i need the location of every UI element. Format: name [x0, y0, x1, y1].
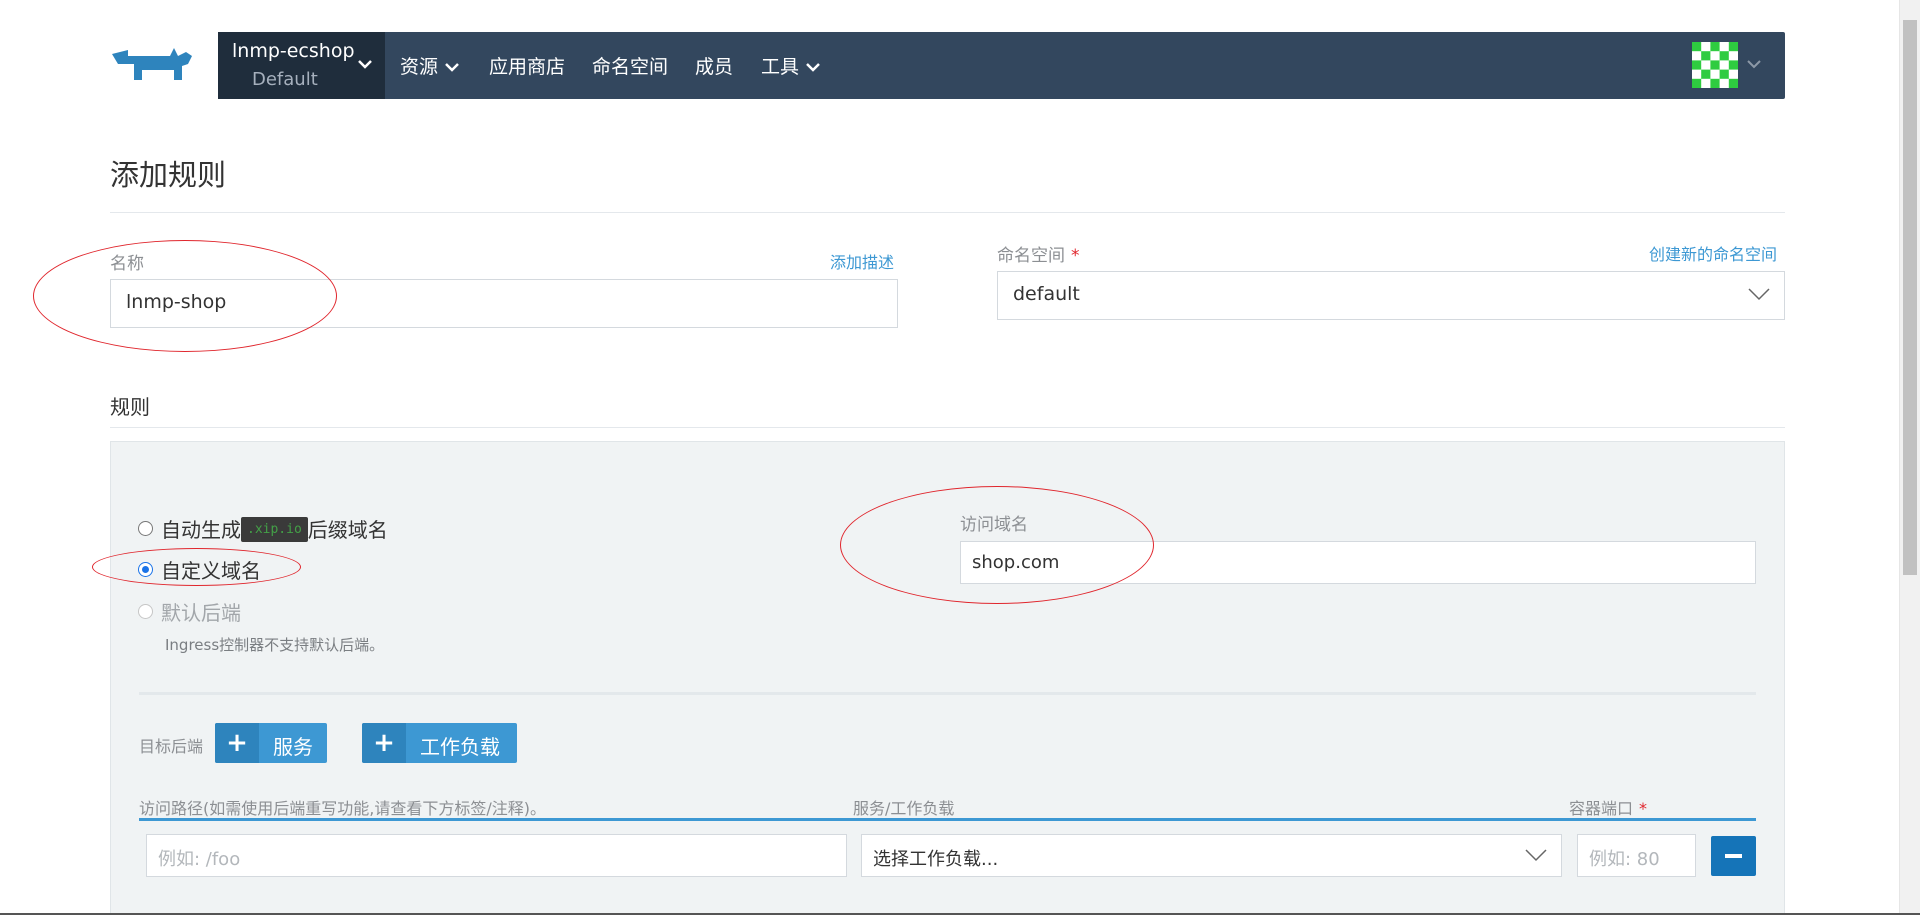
radio-button-checked[interactable] [138, 562, 153, 577]
name-input-value: lnmp-shop [126, 291, 227, 313]
workload-select-placeholder: 选择工作负载... [873, 849, 999, 870]
port-input[interactable]: 例如: 80 [1577, 834, 1696, 877]
required-mark: * [1071, 246, 1080, 266]
create-namespace-link[interactable]: 创建新的命名空间 [1649, 241, 1777, 265]
table-header-rule [139, 818, 1756, 821]
namespace-select-value: default [1013, 283, 1080, 305]
domain-input[interactable]: shop.com [960, 541, 1756, 584]
remove-row-button[interactable] [1711, 836, 1756, 876]
add-description-link[interactable]: 添加描述 [830, 249, 894, 273]
nav-namespaces[interactable]: 命名空间 [592, 52, 668, 79]
nav-tools[interactable]: 工具 [761, 52, 821, 79]
project-name: Default [252, 69, 318, 90]
domain-input-value: shop.com [972, 552, 1060, 573]
chevron-down-icon [806, 62, 820, 72]
cluster-name: lnmp-ecshop [232, 40, 355, 62]
path-input-placeholder: 例如: /foo [158, 849, 241, 870]
panel-divider [139, 692, 1756, 695]
rules-divider [110, 427, 1785, 428]
top-navigation: lnmp-ecshop Default 资源 应用商店 命名空间 成员 工具 [218, 32, 1785, 99]
option-default-backend: 默认后端 [138, 597, 241, 626]
nav-resources[interactable]: 资源 [400, 52, 460, 79]
workload-select[interactable]: 选择工作负载... [861, 834, 1562, 877]
domain-label: 访问域名 [960, 515, 1028, 535]
radio-button-disabled [138, 604, 153, 619]
column-service-header: 服务/工作负载 [853, 799, 955, 818]
title-divider [110, 212, 1785, 213]
chevron-down-icon [1748, 288, 1770, 301]
nav-members[interactable]: 成员 [695, 52, 733, 79]
option-custom-domain[interactable]: 自定义域名 [138, 555, 261, 584]
plus-icon: + [215, 723, 259, 763]
scrollbar-thumb[interactable] [1903, 20, 1917, 575]
xip-io-chip: .xip.io [241, 517, 308, 542]
name-label: 名称 [110, 254, 144, 274]
path-input[interactable]: 例如: /foo [146, 834, 847, 877]
user-avatar[interactable] [1692, 42, 1738, 88]
column-port-header: 容器端口 * [1569, 799, 1648, 818]
chevron-down-icon[interactable] [1746, 58, 1762, 72]
column-path-header: 访问路径(如需使用后端重写功能,请查看下方标签/注释)。 [139, 799, 546, 818]
chevron-down-icon [445, 62, 459, 72]
required-mark: * [1639, 799, 1648, 818]
target-backend-label: 目标后端 [139, 737, 204, 756]
rules-heading: 规则 [110, 395, 150, 419]
name-input[interactable]: lnmp-shop [110, 279, 898, 328]
namespace-select[interactable]: default [997, 271, 1785, 320]
namespace-label: 命名空间 * [997, 246, 1080, 266]
rancher-logo[interactable] [108, 42, 204, 90]
chevron-down-icon [1525, 849, 1547, 862]
add-service-button[interactable]: + 服务 [215, 723, 327, 763]
nav-app-store[interactable]: 应用商店 [489, 52, 565, 79]
add-workload-button[interactable]: + 工作负载 [362, 723, 517, 763]
chevron-down-icon [358, 60, 372, 69]
default-backend-help: Ingress控制器不支持默认后端。 [165, 636, 385, 654]
plus-icon: + [362, 723, 406, 763]
radio-button[interactable] [138, 521, 153, 536]
cluster-project-switcher[interactable]: lnmp-ecshop Default [218, 32, 385, 99]
option-auto-xip[interactable]: 自动生成 .xip.io 后缀域名 [138, 514, 388, 544]
vertical-scrollbar[interactable] [1899, 0, 1920, 915]
port-input-placeholder: 例如: 80 [1589, 849, 1660, 870]
page-title: 添加规则 [110, 158, 227, 192]
